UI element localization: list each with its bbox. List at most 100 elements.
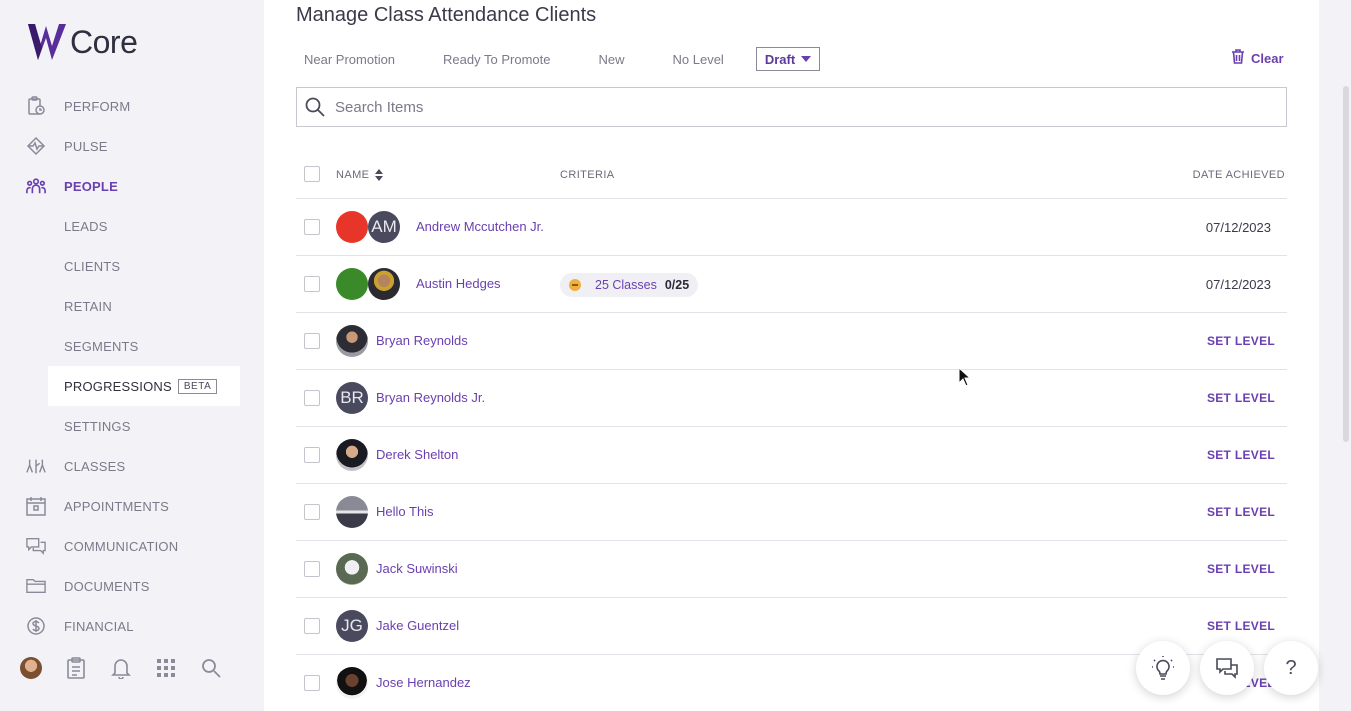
table-row[interactable]: JG Jake Guentzel SET LEVEL [296, 598, 1287, 655]
client-name-link[interactable]: Jack Suwinski [376, 561, 458, 576]
avatar: BR [336, 382, 368, 414]
sidebar-footer [0, 625, 264, 711]
clients-table: NAME CRITERIA DATE ACHIEVED AM Andrew Mc… [296, 150, 1287, 711]
apps-grid-icon[interactable] [154, 657, 177, 680]
clipboard-icon[interactable] [64, 657, 87, 680]
sidebar-item-leads[interactable]: LEADS [0, 206, 264, 246]
avatar [336, 439, 368, 471]
client-name-link[interactable]: Jake Guentzel [376, 618, 459, 633]
table-row[interactable]: Derek Shelton SET LEVEL [296, 427, 1287, 484]
avatar [336, 496, 368, 528]
filter-ready-to-promote[interactable]: Ready To Promote [435, 52, 550, 67]
set-level-button[interactable]: SET LEVEL [1207, 334, 1275, 348]
sidebar-item-perform[interactable]: PERFORM [0, 86, 264, 126]
client-name-link[interactable]: Hello This [376, 504, 434, 519]
row-avatars [336, 268, 400, 300]
sidebar-item-progressions[interactable]: PROGRESSIONS BETA [48, 366, 240, 406]
search-icon [305, 97, 325, 117]
row-avatars [336, 439, 368, 471]
sidebar-item-appointments[interactable]: APPOINTMENTS [0, 486, 264, 526]
set-level-button[interactable]: SET LEVEL [1207, 562, 1275, 576]
chat-button[interactable] [1200, 641, 1254, 695]
client-name-link[interactable]: Bryan Reynolds [376, 333, 468, 348]
row-checkbox[interactable] [304, 390, 320, 406]
bell-icon[interactable] [109, 657, 132, 680]
sidebar-item-label: CLIENTS [64, 258, 121, 274]
avatar [336, 667, 368, 699]
chat-icon [1216, 658, 1238, 679]
sidebar-item-label: SEGMENTS [64, 338, 139, 354]
calendar-icon [26, 496, 46, 516]
app-logo[interactable]: Core [26, 22, 138, 62]
client-name-link[interactable]: Austin Hedges [416, 276, 501, 291]
trash-icon [1231, 49, 1245, 67]
row-checkbox[interactable] [304, 219, 320, 235]
criteria-count: 0/25 [664, 278, 690, 292]
lightbulb-icon [1152, 656, 1174, 680]
set-level-button[interactable]: SET LEVEL [1207, 391, 1275, 405]
filter-near-promotion[interactable]: Near Promotion [296, 52, 395, 67]
select-all-checkbox[interactable] [304, 166, 320, 182]
table-row[interactable]: AM Andrew Mccutchen Jr. 07/12/2023 [296, 199, 1287, 256]
help-icon: ? [1285, 656, 1297, 679]
row-checkbox[interactable] [304, 447, 320, 463]
row-avatars [336, 325, 368, 357]
chat-bubbles-icon [26, 536, 46, 556]
search-icon[interactable] [199, 657, 222, 680]
sidebar-item-label: LEADS [64, 218, 108, 234]
clear-label: Clear [1251, 50, 1284, 66]
sidebar-item-label: SETTINGS [64, 418, 131, 434]
sidebar-item-communication[interactable]: COMMUNICATION [0, 526, 264, 566]
row-checkbox[interactable] [304, 561, 320, 577]
row-checkbox[interactable] [304, 504, 320, 520]
sidebar-item-label: CLASSES [64, 458, 126, 474]
row-checkbox[interactable] [304, 276, 320, 292]
sidebar-item-clients[interactable]: CLIENTS [0, 246, 264, 286]
status-select[interactable]: Draft [755, 47, 821, 71]
set-level-button[interactable]: SET LEVEL [1207, 448, 1275, 462]
client-name-link[interactable]: Derek Shelton [376, 447, 458, 462]
table-row[interactable]: BR Bryan Reynolds Jr. SET LEVEL [296, 370, 1287, 427]
clear-button[interactable]: Clear [1231, 49, 1284, 67]
sidebar-item-label: PERFORM [64, 98, 131, 114]
table-row[interactable]: Jack Suwinski SET LEVEL [296, 541, 1287, 598]
avatar [336, 553, 368, 585]
sidebar-item-segments[interactable]: SEGMENTS [0, 326, 264, 366]
help-button[interactable]: ? [1264, 641, 1318, 695]
row-avatars [336, 496, 368, 528]
search-input[interactable] [335, 98, 1235, 116]
pulse-diamond-icon [26, 136, 46, 156]
name-header-label: NAME [336, 169, 370, 181]
sidebar-item-pulse[interactable]: PULSE [0, 126, 264, 166]
client-name-link[interactable]: Bryan Reynolds Jr. [376, 390, 485, 405]
client-name-link[interactable]: Andrew Mccutchen Jr. [416, 219, 544, 234]
sidebar-item-people[interactable]: PEOPLE [0, 166, 264, 206]
sidebar-item-classes[interactable]: CLASSES [0, 446, 264, 486]
name-column-header[interactable]: NAME [336, 169, 384, 181]
row-avatars [336, 667, 368, 699]
sidebar-item-documents[interactable]: DOCUMENTS [0, 566, 264, 606]
set-level-button[interactable]: SET LEVEL [1207, 619, 1275, 633]
sidebar: Core PERFORM PULSE PEOPLE LEADS CLIENTS [0, 0, 264, 711]
client-name-link[interactable]: Jose Hernandez [376, 675, 471, 690]
row-checkbox[interactable] [304, 675, 320, 691]
status-dot-red [336, 211, 368, 243]
table-row[interactable]: Austin Hedges 25 Classes 0/25 07/12/2023 [296, 256, 1287, 313]
filter-no-level[interactable]: No Level [665, 52, 724, 67]
status-select-value: Draft [764, 51, 796, 67]
sidebar-item-settings[interactable]: SETTINGS [0, 406, 264, 446]
sidebar-item-retain[interactable]: RETAIN [0, 286, 264, 326]
table-row[interactable]: Bryan Reynolds SET LEVEL [296, 313, 1287, 370]
clipboard-clock-icon [26, 96, 46, 116]
table-row[interactable]: Hello This SET LEVEL [296, 484, 1287, 541]
row-checkbox[interactable] [304, 333, 320, 349]
avatar: AM [368, 211, 400, 243]
filter-new[interactable]: New [590, 52, 624, 67]
logo-text: Core [70, 23, 138, 60]
user-avatar[interactable] [20, 657, 42, 679]
tips-button[interactable] [1136, 641, 1190, 695]
scrollbar-thumb[interactable] [1343, 86, 1349, 442]
set-level-button[interactable]: SET LEVEL [1207, 505, 1275, 519]
sidebar-item-label: APPOINTMENTS [64, 498, 169, 514]
row-checkbox[interactable] [304, 618, 320, 634]
